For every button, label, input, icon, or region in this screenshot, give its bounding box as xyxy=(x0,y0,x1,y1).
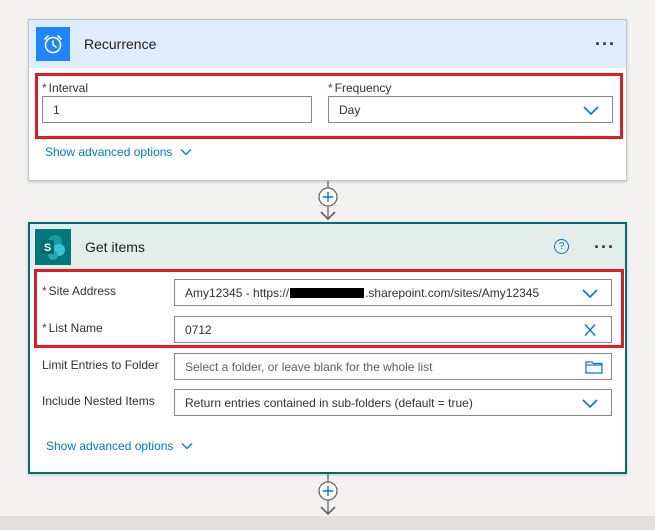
recurrence-title: Recurrence xyxy=(84,36,157,52)
limit-entries-folder-input[interactable]: Select a folder, or leave blank for the … xyxy=(174,353,612,380)
chevron-down-icon xyxy=(180,149,192,156)
add-step-connector[interactable] xyxy=(314,474,342,518)
chevron-down-icon xyxy=(181,443,193,450)
chevron-down-icon xyxy=(582,399,598,409)
get-items-more-menu-button[interactable]: ··· xyxy=(594,238,615,256)
recurrence-header[interactable]: Recurrence ··· xyxy=(29,20,626,68)
help-icon[interactable]: ? xyxy=(554,239,569,254)
get-items-card: S Get items ? ··· * Site Address Amy12345… xyxy=(28,222,627,474)
next-card-edge xyxy=(0,516,655,530)
folder-icon[interactable] xyxy=(585,360,603,374)
sharepoint-icon: S xyxy=(35,229,71,265)
recurrence-more-menu-button[interactable]: ··· xyxy=(595,35,616,53)
include-nested-items-label: Include Nested Items xyxy=(42,394,155,408)
alarm-clock-icon xyxy=(36,27,70,61)
svg-text:S: S xyxy=(44,242,51,254)
get-items-header[interactable]: S Get items ? ··· xyxy=(30,224,625,270)
limit-entries-label: Limit Entries to Folder xyxy=(42,358,159,372)
include-nested-items-dropdown[interactable]: Return entries contained in sub-folders … xyxy=(174,389,612,416)
highlight-box xyxy=(35,73,623,139)
get-items-show-advanced-options[interactable]: Show advanced options xyxy=(46,439,193,453)
get-items-title: Get items xyxy=(85,239,145,255)
add-step-connector[interactable] xyxy=(314,181,342,223)
recurrence-show-advanced-options[interactable]: Show advanced options xyxy=(45,145,192,159)
highlight-box xyxy=(34,269,624,348)
